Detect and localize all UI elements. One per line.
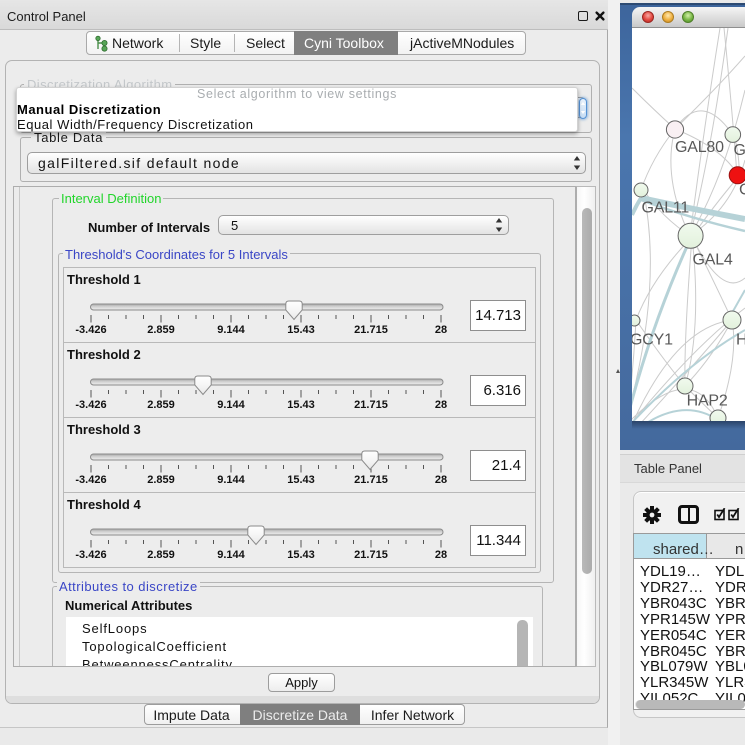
svg-text:GAL11: GAL11 xyxy=(642,200,690,217)
svg-text:28: 28 xyxy=(435,549,447,561)
svg-text:C: C xyxy=(739,182,745,199)
svg-text:GCY1: GCY1 xyxy=(632,332,673,349)
svg-text:9.144: 9.144 xyxy=(217,549,245,561)
svg-text:H: H xyxy=(736,332,745,349)
svg-text:21.715: 21.715 xyxy=(354,324,388,336)
svg-text:21.715: 21.715 xyxy=(354,399,388,411)
svg-text:28: 28 xyxy=(435,324,447,336)
svg-text:GA: GA xyxy=(734,142,745,159)
svg-text:15.43: 15.43 xyxy=(287,474,315,486)
svg-text:HAP2: HAP2 xyxy=(687,392,728,409)
svg-text:2.859: 2.859 xyxy=(147,399,175,411)
svg-text:2.859: 2.859 xyxy=(147,549,175,561)
svg-text:-3.426: -3.426 xyxy=(75,399,106,411)
svg-text:9.144: 9.144 xyxy=(217,474,245,486)
svg-text:28: 28 xyxy=(435,399,447,411)
svg-text:28: 28 xyxy=(435,474,447,486)
svg-text:-3.426: -3.426 xyxy=(75,474,106,486)
svg-text:21.715: 21.715 xyxy=(354,549,388,561)
svg-text:15.43: 15.43 xyxy=(287,549,315,561)
svg-text:2.859: 2.859 xyxy=(147,324,175,336)
svg-text:9.144: 9.144 xyxy=(217,399,245,411)
svg-text:-3.426: -3.426 xyxy=(75,549,106,561)
svg-text:15.43: 15.43 xyxy=(287,324,315,336)
svg-text:21.715: 21.715 xyxy=(354,474,388,486)
svg-text:2.859: 2.859 xyxy=(147,474,175,486)
svg-text:15.43: 15.43 xyxy=(287,399,315,411)
svg-text:GAL4: GAL4 xyxy=(693,252,733,269)
svg-text:9.144: 9.144 xyxy=(217,324,245,336)
svg-text:GAL80: GAL80 xyxy=(675,139,724,156)
svg-text:-3.426: -3.426 xyxy=(75,324,106,336)
